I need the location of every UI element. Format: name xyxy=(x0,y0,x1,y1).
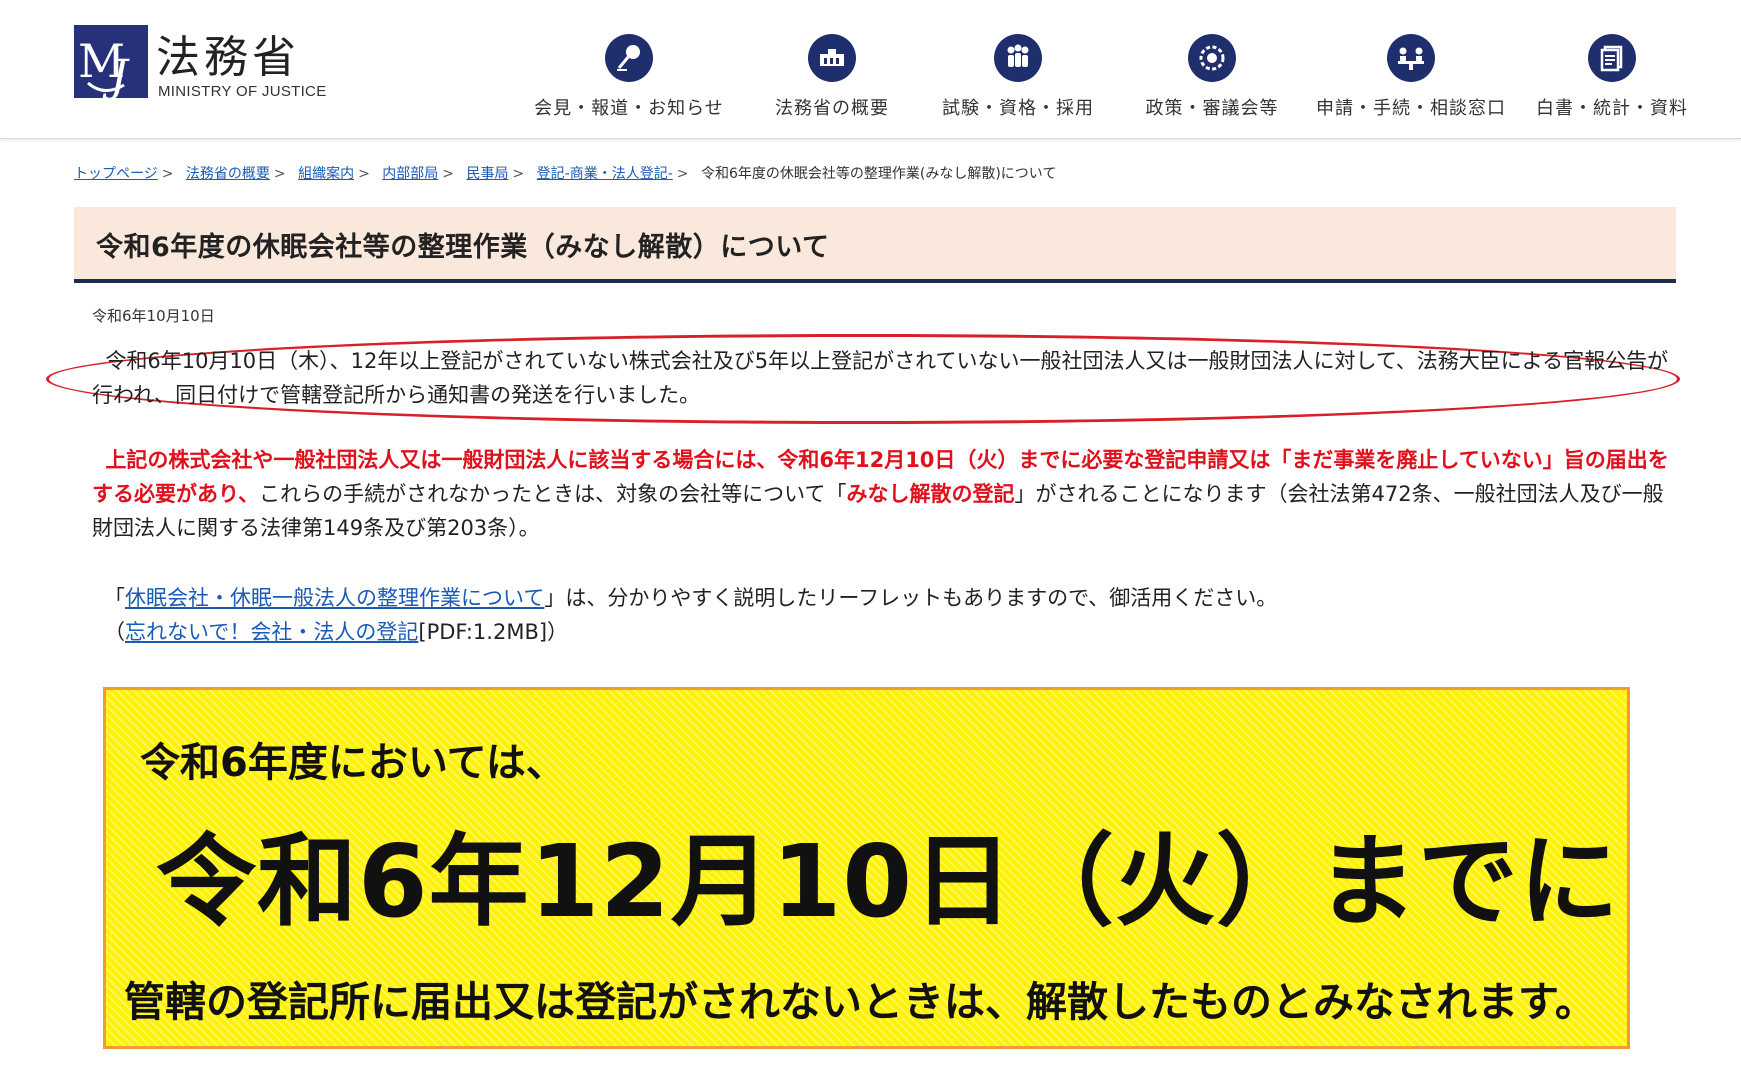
breadcrumb-separator: > xyxy=(512,166,525,182)
breadcrumb-link-civil-affairs[interactable]: 民事局 xyxy=(466,166,508,182)
ring-icon xyxy=(1188,34,1236,82)
leaflet-line: 「休眠会社・休眠一般法人の整理作業について」は、分かりやすく説明したリーフレット… xyxy=(104,581,1684,615)
microphone-icon xyxy=(605,34,653,82)
building-icon xyxy=(808,34,856,82)
deadline-paragraph: 上記の株式会社や一般社団法人又は一般財団法人に該当する場合には、令和6年12月1… xyxy=(92,443,1672,545)
moj-logo-mark-icon: M J xyxy=(74,25,148,98)
nav-item-policy[interactable]: 政策・審議会等 xyxy=(1112,30,1312,120)
leaflet-text: 」は、分かりやすく説明したリーフレットもありますので、御活用ください。 xyxy=(544,586,1278,610)
banner-line-3: 管轄の登記所に届出又は登記がされないときは、解散したものとみなされます。 xyxy=(124,978,1596,1026)
leaflet-pdf-link[interactable]: 忘れないで！会社・法人の登記 xyxy=(125,620,418,644)
nav-item-whitepaper[interactable]: 白書・統計・資料 xyxy=(1524,30,1700,120)
nav-label: 試験・資格・採用 xyxy=(942,98,1094,119)
site-header: M J 法務省 MINISTRY OF JUSTICE 会見・報道・お知らせ 法… xyxy=(0,0,1741,139)
nav-label: 申請・手続・相談窓口 xyxy=(1316,98,1506,119)
people-icon xyxy=(994,34,1042,82)
nav-label: 白書・統計・資料 xyxy=(1536,98,1688,119)
nav-label: 会見・報道・お知らせ xyxy=(534,98,724,119)
nav-item-press[interactable]: 会見・報道・お知らせ xyxy=(534,30,724,120)
logo-english-name: MINISTRY OF JUSTICE xyxy=(158,83,327,100)
pdf-open-bracket: （ xyxy=(104,620,125,644)
document-icon xyxy=(1588,34,1636,82)
dormant-company-link[interactable]: 休眠会社・休眠一般法人の整理作業について xyxy=(125,586,544,610)
pdf-size-text: [PDF:1.2MB]） xyxy=(418,620,569,644)
page-title: 令和6年度の休眠会社等の整理作業（みなし解散）について xyxy=(96,232,830,263)
breadcrumb-current: 令和6年度の休眠会社等の整理作業(みなし解散)について xyxy=(700,166,1057,182)
banner-deadline: 令和6年12月10日（火）までに xyxy=(156,823,1620,940)
publish-date: 令和6年10月10日 xyxy=(92,307,215,325)
deadline-banner: 令和6年度においては、 令和6年12月10日（火）までに 管轄の登記所に届出又は… xyxy=(103,687,1630,1049)
nav-label: 法務省の概要 xyxy=(775,98,889,119)
breadcrumb-separator: > xyxy=(676,166,689,182)
breadcrumb-separator: > xyxy=(273,166,286,182)
logo-japanese-name: 法務省 xyxy=(156,32,300,83)
site-logo[interactable]: M J 法務省 MINISTRY OF JUSTICE xyxy=(74,25,327,105)
nav-label: 政策・審議会等 xyxy=(1145,98,1279,119)
nav-item-exams[interactable]: 試験・資格・採用 xyxy=(918,30,1118,120)
notice-paragraph: 令和6年10月10日（木）、12年以上登記がされていない株式会社及び5年以上登記… xyxy=(92,344,1672,412)
breadcrumb-link-registration[interactable]: 登記-商業・法人登記- xyxy=(537,166,673,182)
deadline-text: これらの手続がされなかったときは、対象の会社等について「 xyxy=(259,482,847,506)
deemed-dissolution-text: みなし解散の登記 xyxy=(846,482,1015,506)
breadcrumb-separator: > xyxy=(358,166,370,182)
leaflet-open-bracket: 「 xyxy=(104,586,125,610)
nav-item-applications[interactable]: 申請・手続・相談窓口 xyxy=(1306,30,1516,120)
pdf-line: （忘れないで！会社・法人の登記[PDF:1.2MB]） xyxy=(104,615,1684,649)
breadcrumb-link-organization[interactable]: 組織案内 xyxy=(298,166,354,182)
banner-line-1: 令和6年度においては、 xyxy=(140,740,566,786)
breadcrumb-link-top[interactable]: トップページ xyxy=(74,166,158,182)
breadcrumb-link-internal-bureaus[interactable]: 内部部局 xyxy=(382,166,438,182)
breadcrumb: トップページ > 法務省の概要 > 組織案内 > 内部部局 > 民事局 > 登記-商業・法… xyxy=(74,163,1674,183)
nav-item-overview[interactable]: 法務省の概要 xyxy=(752,30,912,120)
page-title-box: 令和6年度の休眠会社等の整理作業（みなし解散）について xyxy=(74,207,1676,283)
leaflet-paragraph: 「休眠会社・休眠一般法人の整理作業について」は、分かりやすく説明したリーフレット… xyxy=(104,581,1684,649)
notice-text: 令和6年10月10日（木）、12年以上登記がされていない株式会社及び5年以上登記… xyxy=(92,349,1669,407)
global-nav: 会見・報道・お知らせ 法務省の概要 試験・資格・採用 政策・審議会等 申請・手続… xyxy=(520,30,1700,120)
breadcrumb-separator: > xyxy=(161,166,174,182)
breadcrumb-separator: > xyxy=(442,166,455,182)
consultation-icon xyxy=(1387,34,1435,82)
breadcrumb-link-overview[interactable]: 法務省の概要 xyxy=(186,166,270,182)
